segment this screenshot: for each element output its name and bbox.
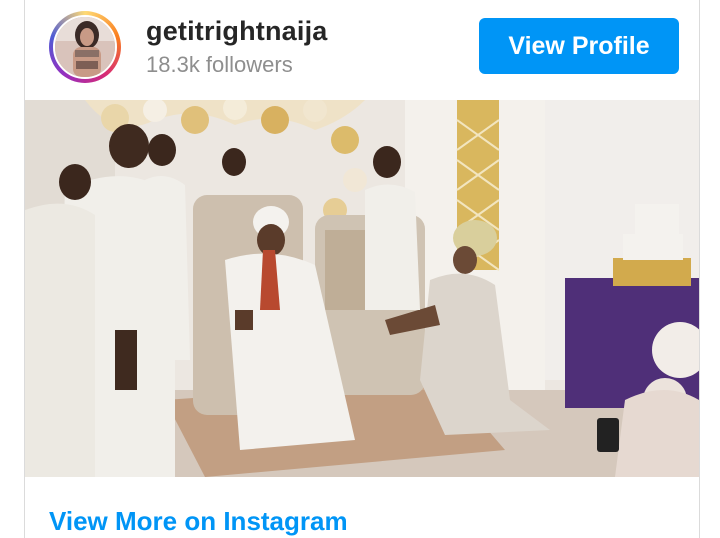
profile-avatar[interactable] <box>49 11 121 83</box>
view-more-on-instagram-link[interactable]: View More on Instagram <box>49 506 348 537</box>
profile-username[interactable]: getitrightnaija <box>146 16 328 47</box>
profile-header: getitrightnaija 18.3k followers View Pro… <box>25 0 699 100</box>
follower-count: 18.3k followers <box>146 52 293 77</box>
post-media[interactable] <box>25 100 699 477</box>
avatar-image <box>53 15 117 79</box>
post-image <box>25 100 699 477</box>
view-profile-button[interactable]: View Profile <box>479 18 679 74</box>
instagram-embed-card: getitrightnaija 18.3k followers View Pro… <box>24 0 700 538</box>
